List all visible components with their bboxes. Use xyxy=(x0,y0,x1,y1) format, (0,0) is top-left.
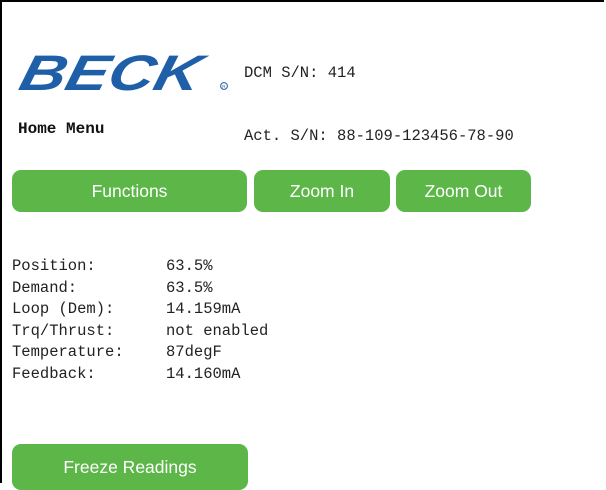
reading-label: Trq/Thrust: xyxy=(12,321,115,340)
freeze-readings-button[interactable]: Freeze Readings xyxy=(12,444,248,490)
serial-info: DCM S/N: 414 Act. S/N: 88-109-123456-78-… xyxy=(244,21,514,168)
reading-value: not enabled xyxy=(166,321,269,340)
functions-button[interactable]: Functions xyxy=(12,170,247,212)
reading-label: Demand: xyxy=(12,278,78,297)
reading-label: Loop (Dem): xyxy=(12,300,115,318)
reading-row-loop: Loop (Dem): 14.159mA xyxy=(12,299,268,321)
reading-row-demand: Demand: 63.5% xyxy=(12,278,268,300)
readings-panel: Position: 63.5% Demand: 63.5% Loop (Dem)… xyxy=(12,256,268,385)
logo-text: BECK xyxy=(14,46,212,98)
reading-label: Position: xyxy=(12,257,96,275)
reading-row-feedback: Feedback: 14.160mA xyxy=(12,364,268,386)
reading-value: 14.160mA xyxy=(166,364,241,383)
reading-row-temperature: Temperature: 87degF xyxy=(12,342,268,364)
zoom-in-button[interactable]: Zoom In xyxy=(254,170,390,212)
page-title: Home Menu xyxy=(18,120,105,138)
reading-row-torque: Trq/Thrust: not enabled xyxy=(12,321,268,343)
reading-value: 63.5% xyxy=(166,257,213,275)
actuator-serial-line: Act. S/N: 88-109-123456-78-90 xyxy=(244,126,514,147)
reading-row-position: Position: 63.5% xyxy=(12,256,268,278)
svg-text:R: R xyxy=(222,84,226,89)
reading-value: 14.159mA xyxy=(166,300,241,318)
actuator-serial-value: 88-109-123456-78-90 xyxy=(337,127,514,145)
reading-value: 87degF xyxy=(166,343,222,361)
reading-label: Feedback: xyxy=(12,364,96,383)
dcm-serial-label: DCM S/N: xyxy=(244,64,319,82)
dcm-serial-value: 414 xyxy=(327,64,356,82)
actuator-serial-label: Act. S/N: xyxy=(244,127,328,145)
beck-logo: BECK R xyxy=(14,46,228,98)
reading-label: Temperature: xyxy=(12,343,124,361)
dcm-serial-line: DCM S/N: 414 xyxy=(244,63,514,84)
zoom-out-button[interactable]: Zoom Out xyxy=(396,170,531,212)
reading-value: 63.5% xyxy=(166,278,213,297)
